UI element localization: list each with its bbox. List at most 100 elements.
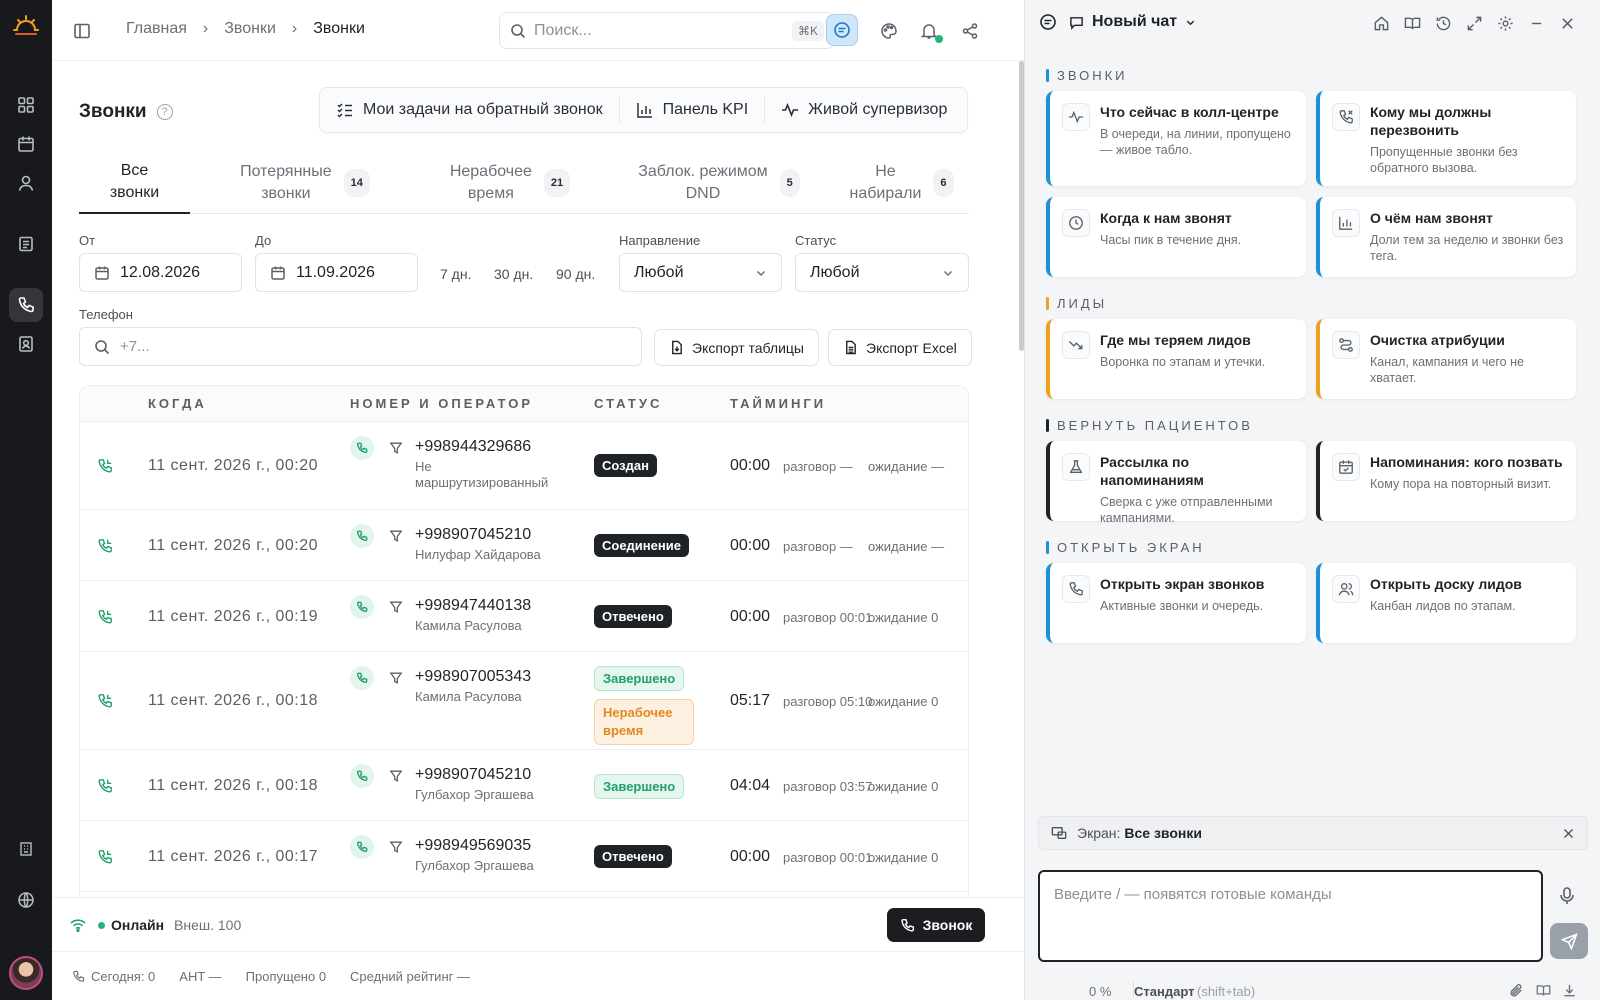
- callback-tasks-button[interactable]: Мои задачи на обратный звонок: [320, 88, 619, 132]
- from-date-field[interactable]: 12.08.2026: [79, 253, 242, 292]
- book-open-icon[interactable]: [1536, 983, 1551, 998]
- call-back-button[interactable]: [350, 595, 374, 619]
- export-excel-button[interactable]: Экспорт Excel: [828, 329, 972, 366]
- col-status[interactable]: СТАТУС: [594, 396, 662, 411]
- col-when[interactable]: КОГДА: [148, 396, 207, 411]
- call-button-label: Звонок: [922, 917, 973, 933]
- table-row[interactable]: 11 сент. 2026 г., 00:18 +998907045210 Гулб…: [80, 750, 968, 821]
- route-filter-icon[interactable]: [389, 529, 403, 543]
- sidebar-item-language[interactable]: [9, 883, 43, 917]
- expand-button[interactable]: [1463, 12, 1485, 34]
- suggestion-card[interactable]: Когда к нам звонят Часы пик в течение дня…: [1046, 197, 1306, 277]
- rating-stat: Средний рейтинг —: [350, 968, 470, 984]
- suggestion-card[interactable]: Очистка атрибуции Канал, кампания и чего …: [1316, 319, 1576, 399]
- sidebar-item-tasks[interactable]: [9, 227, 43, 261]
- tab-dnd-blocked[interactable]: Заблок. режимом DND 5: [619, 152, 819, 214]
- col-number-operator[interactable]: НОМЕР И ОПЕРАТОР: [350, 396, 533, 411]
- kpi-panel-button[interactable]: Панель KPI: [618, 96, 765, 124]
- tab-count-badge: 6: [933, 169, 954, 197]
- route-filter-icon[interactable]: [389, 840, 403, 854]
- breadcrumb-home[interactable]: Главная: [126, 20, 187, 38]
- suggestion-card[interactable]: Рассылка по напоминаниям Сверка с уже отп…: [1046, 441, 1306, 525]
- mic-button[interactable]: [1557, 886, 1577, 906]
- suggestion-card[interactable]: Кому мы должны перезвонить Пропущенные зв…: [1316, 91, 1576, 186]
- avatar[interactable]: [9, 956, 43, 990]
- call-back-button[interactable]: [350, 764, 374, 788]
- ai-chat-toggle-button[interactable]: [826, 14, 858, 46]
- theme-button[interactable]: [873, 15, 905, 47]
- table-row[interactable]: 11 сент. 2026 г., 00:20 +998944329686 Не м…: [80, 422, 968, 510]
- suggestion-card[interactable]: Где мы теряем лидов Воронка по этапам и у…: [1046, 319, 1306, 399]
- route-filter-icon[interactable]: [389, 671, 403, 685]
- sidebar-item-contacts[interactable]: [9, 327, 43, 361]
- close-panel-button[interactable]: [1556, 12, 1578, 34]
- share-button[interactable]: [954, 15, 986, 47]
- minimize-button[interactable]: [1525, 12, 1547, 34]
- phone-number[interactable]: +998949569035: [415, 837, 565, 855]
- export-table-button[interactable]: Экспорт таблицы: [654, 329, 819, 366]
- chat-logo-icon: [1037, 11, 1059, 33]
- logo-sun-icon[interactable]: [12, 12, 40, 40]
- table-row[interactable]: 11 сент. 2026 г., 00:17 +998949569035 Гулб…: [80, 821, 968, 892]
- library-button[interactable]: [1401, 12, 1423, 34]
- chat-input-placeholder: Введите / — появятся готовые команды: [1054, 886, 1332, 903]
- call-button[interactable]: Звонок: [887, 908, 985, 942]
- suggestion-card[interactable]: Что сейчас в колл-центре В очереди, на ли…: [1046, 91, 1306, 186]
- table-row[interactable]: 11 сент. 2026 г., 00:19 +998947440138 Ками…: [80, 581, 968, 652]
- suggestion-card[interactable]: Открыть доску лидов Канбан лидов по этапа…: [1316, 563, 1576, 643]
- sidebar-item-patients[interactable]: [9, 166, 43, 200]
- search-input[interactable]: Поиск... ⌘K: [499, 12, 835, 49]
- tab-all-calls[interactable]: Все звонки: [79, 152, 190, 214]
- phone-number[interactable]: +998907045210: [415, 526, 565, 544]
- call-back-button[interactable]: [350, 835, 374, 859]
- suggestion-card[interactable]: О чём нам звонят Доли тем за неделю и зво…: [1316, 197, 1576, 277]
- chat-title: Новый чат: [1092, 13, 1178, 30]
- direction-select[interactable]: Любой: [619, 253, 782, 292]
- tab-off-hours[interactable]: Нерабочее время 21: [424, 152, 596, 214]
- sidebar-item-calls[interactable]: [9, 288, 43, 322]
- suggestion-card[interactable]: Напоминания: кого позвать Кому пора на по…: [1316, 441, 1576, 521]
- route-filter-icon[interactable]: [389, 441, 403, 455]
- live-supervisor-button[interactable]: Живой супервизор: [764, 96, 963, 124]
- range-90d-button[interactable]: 90 дн.: [556, 266, 595, 282]
- table-row[interactable]: 11 сент. 2026 г., 00:18 +998907005343 Ками…: [80, 652, 968, 750]
- suggestion-card[interactable]: Открыть экран звонков Активные звонки и о…: [1046, 563, 1306, 643]
- paperclip-icon[interactable]: [1509, 983, 1524, 998]
- history-button[interactable]: [1432, 12, 1454, 34]
- download-icon[interactable]: [1562, 983, 1577, 998]
- sidebar-item-building[interactable]: [9, 832, 43, 866]
- sidebar-item-calendar[interactable]: [9, 127, 43, 161]
- col-timings[interactable]: ТАЙМИНГИ: [730, 396, 826, 411]
- close-icon[interactable]: [1562, 827, 1575, 840]
- home-button[interactable]: [1370, 12, 1392, 34]
- range-30d-button[interactable]: 30 дн.: [494, 266, 533, 282]
- mode-selector[interactable]: Стандарт: [1134, 984, 1194, 999]
- call-back-button[interactable]: [350, 436, 374, 460]
- settings-button[interactable]: [1494, 12, 1516, 34]
- breadcrumb-calls[interactable]: Звонки: [224, 20, 276, 38]
- phone-search-input[interactable]: +7...: [79, 327, 642, 366]
- table-row[interactable]: 11 сент. 2026 г., 00:20 +998907045210 Нилу…: [80, 510, 968, 581]
- phone-number[interactable]: +998944329686: [415, 438, 565, 456]
- card-description: Активные звонки и очередь.: [1100, 599, 1264, 613]
- chat-input[interactable]: Введите / — появятся готовые команды: [1038, 870, 1543, 962]
- online-status[interactable]: Онлайн: [111, 917, 164, 933]
- phone-number[interactable]: +998907005343: [415, 668, 565, 686]
- call-back-button[interactable]: [350, 524, 374, 548]
- toggle-sidebar-button[interactable]: [66, 15, 98, 47]
- range-7d-button[interactable]: 7 дн.: [440, 266, 471, 282]
- status-select[interactable]: Любой: [795, 253, 969, 292]
- tab-not-dialed[interactable]: Не набирали 6: [834, 152, 969, 214]
- call-back-button[interactable]: [350, 666, 374, 690]
- phone-number[interactable]: +998947440138: [415, 597, 565, 615]
- phone-number[interactable]: +998907045210: [415, 766, 565, 784]
- help-icon[interactable]: ?: [156, 104, 173, 120]
- sidebar-item-dashboard[interactable]: [9, 88, 43, 122]
- route-filter-icon[interactable]: [389, 769, 403, 783]
- send-button[interactable]: [1550, 923, 1588, 959]
- notifications-button[interactable]: [913, 15, 945, 47]
- new-chat-dropdown[interactable]: Новый чат: [1069, 13, 1196, 31]
- tab-lost-calls[interactable]: Потерянные звонки 14: [210, 152, 400, 214]
- route-filter-icon[interactable]: [389, 600, 403, 614]
- to-date-field[interactable]: 11.09.2026: [255, 253, 418, 292]
